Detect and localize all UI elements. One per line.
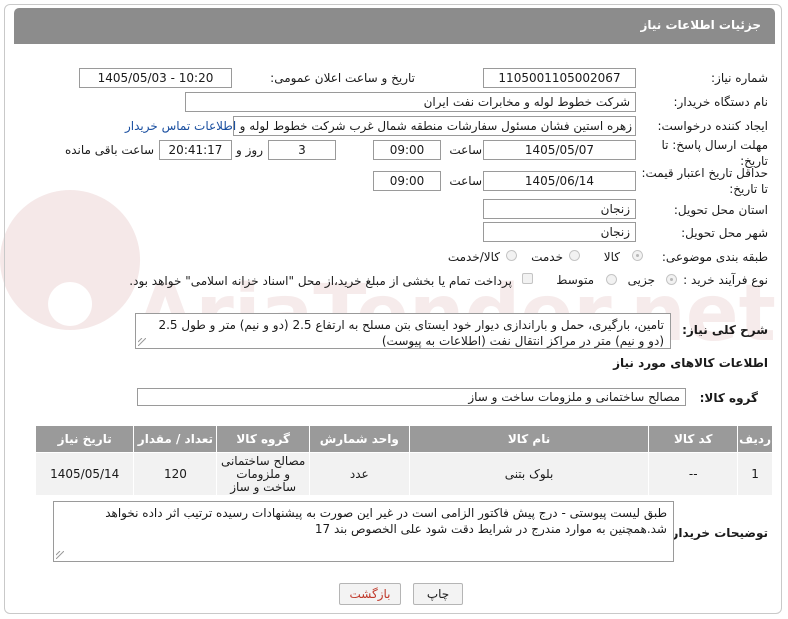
city-field[interactable]: زنجان: [483, 222, 636, 242]
col-header-code: کد کالا: [648, 425, 739, 453]
col-header-qty: تعداد / مقدار: [133, 425, 218, 453]
city-label: شهر محل تحویل:: [681, 226, 768, 240]
process-option-minor: جزیی: [627, 273, 655, 287]
goods-group-label: گروه کالا:: [699, 391, 758, 405]
cell-name: بلوک بتنی: [408, 452, 650, 496]
cell-code: --: [648, 452, 739, 496]
col-header-name: نام کالا: [408, 425, 650, 453]
cell-row-number: 1: [737, 452, 773, 496]
treasury-payment-note: پرداخت تمام یا بخشی از مبلغ خرید،از محل …: [129, 274, 512, 288]
items-section-title: اطلاعات کالاهای مورد نیاز: [613, 356, 768, 370]
process-label: نوع فرآیند خرید :: [683, 273, 768, 287]
description-label: شرح کلی نیاز:: [682, 323, 768, 337]
cell-date: 1405/05/14: [34, 452, 135, 496]
days-label: روز و: [236, 143, 263, 157]
cell-qty: 120: [133, 452, 218, 496]
buyer-notes-text: طبق لیست پیوستی - درج پیش فاکتور الزامی …: [105, 506, 667, 536]
category-option-goods-service: کالا/خدمت: [447, 250, 500, 264]
table-header-row: ردیف کد کالا نام کالا واحد شمارش گروه کا…: [34, 425, 773, 453]
process-radio-medium[interactable]: [606, 274, 617, 285]
buyer-contact-link[interactable]: اطلاعات تماس خریدار: [125, 119, 236, 133]
description-textarea[interactable]: تامین، بارگیری، حمل و باراندازی دیوار خو…: [135, 313, 671, 349]
category-option-service: خدمت: [531, 250, 563, 264]
resize-grip-icon[interactable]: [138, 338, 146, 346]
creator-field[interactable]: زهره استین فشان مسئول سفارشات منطقه شمال…: [233, 116, 636, 136]
resize-grip-icon[interactable]: [56, 551, 64, 559]
need-number-field[interactable]: 1105001105002067: [483, 68, 636, 88]
goods-group-field[interactable]: مصالح ساختمانی و ملزومات ساخت و ساز: [137, 388, 686, 406]
items-table: ردیف کد کالا نام کالا واحد شمارش گروه کا…: [34, 425, 773, 496]
validity-label: حداقل تاریخ اعتبار قیمت: تا تاریخ:: [641, 166, 768, 196]
process-radio-minor[interactable]: [666, 274, 677, 285]
process-option-medium: متوسط: [556, 273, 594, 287]
description-text: تامین، بارگیری، حمل و باراندازی دیوار خو…: [158, 318, 664, 348]
buyer-field[interactable]: شرکت خطوط لوله و مخابرات نفت ایران: [185, 92, 636, 112]
col-header-group: گروه کالا: [216, 425, 310, 453]
col-header-row-number: ردیف: [737, 425, 773, 453]
buyer-notes-textarea[interactable]: طبق لیست پیوستی - درج پیش فاکتور الزامی …: [53, 501, 674, 562]
remaining-label: ساعت باقی مانده: [64, 143, 154, 157]
category-radio-goods-service[interactable]: [506, 250, 517, 261]
remaining-time-field[interactable]: 20:41:17: [159, 140, 232, 160]
treasury-payment-checkbox[interactable]: [522, 273, 533, 284]
col-header-unit: واحد شمارش: [308, 425, 410, 453]
category-option-goods: کالا: [603, 250, 620, 264]
col-header-date: تاریخ نیاز: [34, 425, 135, 453]
category-radio-service[interactable]: [569, 250, 580, 261]
validity-time-label: ساعت: [449, 174, 482, 188]
panel-header: جزئیات اطلاعات نیاز: [14, 8, 775, 44]
province-field[interactable]: زنجان: [483, 199, 636, 219]
creator-label: ایجاد کننده درخواست:: [657, 119, 768, 133]
remaining-days-field[interactable]: 3: [268, 140, 336, 160]
deadline-time-label: ساعت: [449, 143, 482, 157]
category-label: طبقه بندی موضوعی:: [661, 250, 768, 264]
print-button[interactable]: چاپ: [413, 583, 463, 605]
deadline-time-field[interactable]: 09:00: [373, 140, 441, 160]
validity-time-field[interactable]: 09:00: [373, 171, 441, 191]
need-number-label: شماره نیاز:: [711, 71, 768, 85]
cell-unit: عدد: [308, 452, 410, 496]
validity-date-field[interactable]: 1405/06/14: [483, 171, 636, 191]
announce-label: تاریخ و ساعت اعلان عمومی:: [270, 71, 415, 85]
category-radio-goods[interactable]: [632, 250, 643, 261]
table-row[interactable]: 1 -- بلوک بتنی عدد مصالح ساختمانی و ملزو…: [34, 452, 773, 496]
buyer-label: نام دستگاه خریدار:: [673, 95, 769, 109]
deadline-date-field[interactable]: 1405/05/07: [483, 140, 636, 160]
buyer-notes-label: توضیحات خریدار:: [666, 526, 768, 540]
announce-date-field[interactable]: 1405/05/03 - 10:20: [79, 68, 232, 88]
cell-group: مصالح ساختمانی و ملزومات ساخت و ساز: [216, 452, 310, 496]
province-label: استان محل تحویل:: [673, 203, 768, 217]
page-title: جزئیات اطلاعات نیاز: [640, 18, 761, 32]
back-button[interactable]: بازگشت: [339, 583, 401, 605]
